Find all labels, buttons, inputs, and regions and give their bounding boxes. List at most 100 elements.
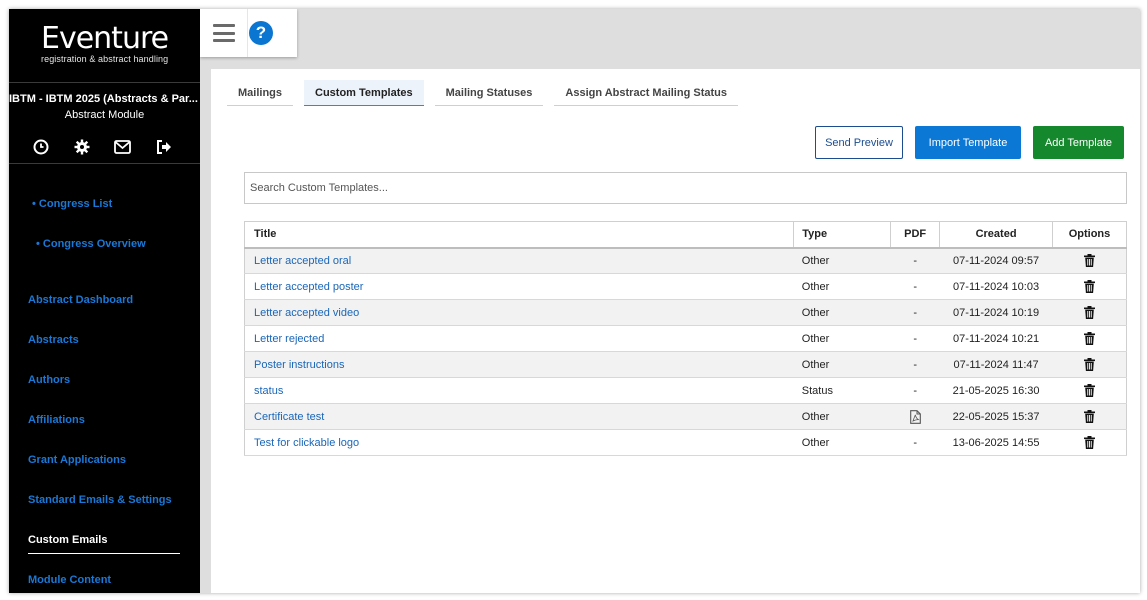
sidebar-item-custom-emails[interactable]: Custom Emails bbox=[28, 534, 107, 546]
cell-options bbox=[1052, 377, 1127, 404]
sidebar-divider bbox=[9, 163, 200, 164]
trash-icon[interactable] bbox=[1083, 358, 1095, 371]
template-title-link[interactable]: status bbox=[254, 385, 283, 397]
column-header-pdf[interactable]: PDF bbox=[890, 221, 941, 249]
cell-title: Letter accepted oral bbox=[244, 247, 794, 274]
cell-options bbox=[1052, 247, 1127, 274]
cell-type: Other bbox=[793, 273, 891, 300]
tab-mailing-statuses[interactable]: Mailing Statuses bbox=[434, 80, 544, 106]
sidebar: Eventure registration & abstract handlin… bbox=[9, 9, 200, 593]
sign-out-icon[interactable] bbox=[154, 137, 173, 156]
trash-icon[interactable] bbox=[1083, 332, 1095, 345]
sidebar-item-authors[interactable]: Authors bbox=[28, 374, 70, 386]
cell-created: 07-11-2024 10:03 bbox=[939, 273, 1053, 300]
cell-options bbox=[1052, 429, 1127, 456]
cell-created: 07-11-2024 09:57 bbox=[939, 247, 1053, 274]
template-title-link[interactable]: Certificate test bbox=[254, 411, 324, 423]
cell-type: Other bbox=[793, 247, 891, 274]
event-name: IBTM - IBTM 2025 (Abstracts & Par... bbox=[9, 93, 198, 105]
cell-pdf: - bbox=[890, 247, 940, 274]
column-header-type[interactable]: Type bbox=[793, 221, 892, 249]
template-title-link[interactable]: Test for clickable logo bbox=[254, 437, 359, 449]
trash-icon[interactable] bbox=[1083, 384, 1095, 397]
sidebar-item-abstract-dashboard[interactable]: Abstract Dashboard bbox=[28, 294, 133, 306]
cell-type: Other bbox=[793, 351, 891, 378]
template-title-link[interactable]: Letter accepted poster bbox=[254, 281, 363, 293]
cell-pdf: - bbox=[890, 429, 940, 456]
sidebar-item-abstracts[interactable]: Abstracts bbox=[28, 334, 79, 346]
sidebar-link-congress-list[interactable]: • Congress List bbox=[32, 198, 112, 210]
sidebar-item-module-content[interactable]: Module Content bbox=[28, 574, 111, 586]
main-panel: Mailings Custom Templates Mailing Status… bbox=[211, 69, 1140, 593]
column-header-created[interactable]: Created bbox=[939, 221, 1054, 249]
cell-options bbox=[1052, 325, 1127, 352]
top-toolbar: ? bbox=[200, 9, 297, 57]
add-template-button[interactable]: Add Template bbox=[1033, 126, 1124, 159]
pdf-file-icon[interactable] bbox=[909, 409, 921, 424]
table-row: status Status - 21-05-2025 16:30 bbox=[244, 377, 1127, 404]
sidebar-item-grant-applications[interactable]: Grant Applications bbox=[28, 454, 126, 466]
gear-icon[interactable] bbox=[72, 137, 91, 156]
logo-brand: Eventure bbox=[41, 21, 169, 56]
toolbar-divider bbox=[247, 9, 248, 57]
module-name: Abstract Module bbox=[64, 109, 145, 121]
pdf-cell-value: - bbox=[913, 332, 917, 345]
trash-icon[interactable] bbox=[1083, 410, 1095, 423]
menu-icon[interactable] bbox=[213, 24, 235, 42]
cell-title: Letter accepted video bbox=[244, 299, 794, 326]
cell-options bbox=[1052, 351, 1127, 378]
clock-icon[interactable] bbox=[31, 137, 50, 156]
logo-tagline: registration & abstract handling bbox=[41, 54, 169, 64]
cell-title: Letter accepted poster bbox=[244, 273, 794, 300]
cell-created: 21-05-2025 16:30 bbox=[939, 377, 1053, 404]
trash-icon[interactable] bbox=[1083, 436, 1095, 449]
cell-title: Poster instructions bbox=[244, 351, 794, 378]
import-template-button[interactable]: Import Template bbox=[915, 126, 1021, 159]
cell-created: 07-11-2024 10:19 bbox=[939, 299, 1053, 326]
template-title-link[interactable]: Letter accepted oral bbox=[254, 255, 351, 267]
envelope-icon[interactable] bbox=[113, 137, 132, 156]
cell-type: Other bbox=[793, 325, 891, 352]
cell-created: 13-06-2025 14:55 bbox=[939, 429, 1053, 456]
cell-pdf: - bbox=[890, 273, 940, 300]
cell-type: Other bbox=[793, 403, 891, 430]
cell-pdf: - bbox=[890, 351, 940, 378]
sidebar-item-standard-emails-settings[interactable]: Standard Emails & Settings bbox=[28, 494, 172, 506]
tab-assign-abstract-mailing-status[interactable]: Assign Abstract Mailing Status bbox=[554, 80, 738, 106]
templates-table: Title Type PDF Created Options Letter ac… bbox=[243, 221, 1127, 456]
column-header-title[interactable]: Title bbox=[243, 221, 795, 249]
send-preview-button[interactable]: Send Preview bbox=[815, 126, 903, 159]
template-title-link[interactable]: Poster instructions bbox=[254, 359, 344, 371]
cell-pdf: - bbox=[890, 377, 940, 404]
trash-icon[interactable] bbox=[1083, 254, 1095, 268]
cell-title: status bbox=[244, 377, 794, 404]
table-row: Poster instructions Other - 07-11-2024 11:4… bbox=[244, 351, 1127, 378]
trash-icon[interactable] bbox=[1083, 306, 1095, 319]
sidebar-link-congress-overview[interactable]: • Congress Overview bbox=[36, 238, 146, 250]
template-title-link[interactable]: Letter accepted video bbox=[254, 307, 359, 319]
tab-custom-templates[interactable]: Custom Templates bbox=[304, 80, 424, 106]
sidebar-item-affiliations[interactable]: Affiliations bbox=[28, 414, 85, 426]
logo[interactable]: Eventure registration & abstract handlin… bbox=[41, 21, 171, 65]
active-nav-underline bbox=[28, 553, 180, 554]
cell-pdf: - bbox=[890, 299, 940, 326]
cell-options bbox=[1052, 403, 1127, 430]
cell-title: Certificate test bbox=[244, 403, 794, 430]
template-title-link[interactable]: Letter rejected bbox=[254, 333, 324, 345]
table-row: Letter accepted video Other - 07-11-2024 10… bbox=[244, 299, 1127, 326]
table-row: Certificate test Other 22-05-2025 15:37 bbox=[244, 403, 1127, 430]
pdf-cell-value: - bbox=[913, 254, 917, 267]
trash-icon[interactable] bbox=[1083, 280, 1095, 293]
help-icon[interactable]: ? bbox=[249, 21, 273, 45]
pdf-cell-value: - bbox=[913, 358, 917, 371]
cell-pdf: - bbox=[890, 325, 940, 352]
cell-pdf bbox=[890, 403, 940, 430]
table-row: Letter rejected Other - 07-11-2024 10:21 bbox=[244, 325, 1127, 352]
pdf-cell-value: - bbox=[913, 306, 917, 319]
pdf-cell-value: - bbox=[913, 436, 917, 449]
cell-title: Letter rejected bbox=[244, 325, 794, 352]
table-row: Letter accepted poster Other - 07-11-2024 1… bbox=[244, 273, 1127, 300]
cell-created: 07-11-2024 10:21 bbox=[939, 325, 1053, 352]
tab-mailings[interactable]: Mailings bbox=[227, 80, 294, 106]
search-input[interactable] bbox=[244, 172, 1127, 204]
